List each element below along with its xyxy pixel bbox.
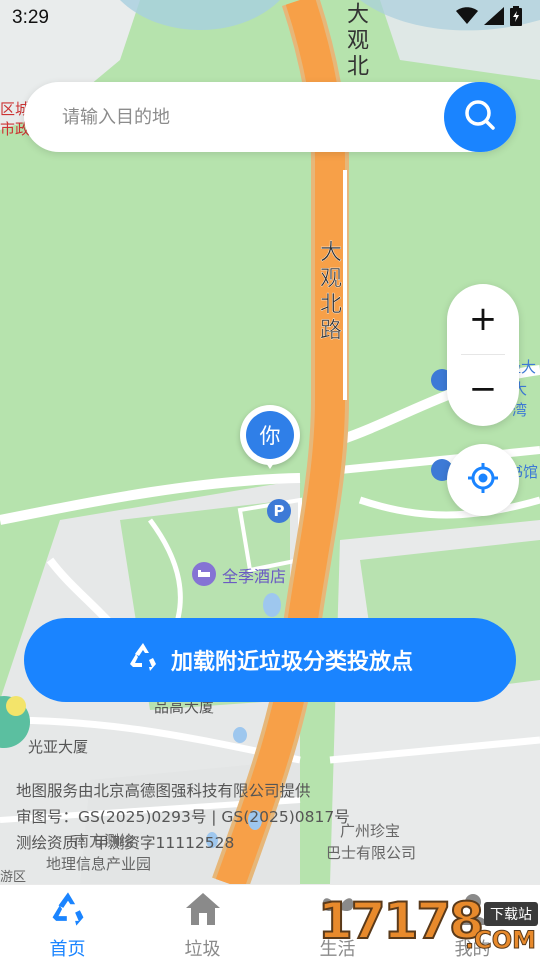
zoom-out-button[interactable]: − xyxy=(447,354,519,424)
zoom-control: + − xyxy=(447,284,519,426)
watermark-tag: 下载站 xyxy=(484,902,538,926)
copyright-line-3: 测绘资质：甲测资字11112528 xyxy=(16,834,235,852)
home-icon xyxy=(184,891,222,931)
watermark-logo: 17178 下载站 .COM xyxy=(317,890,540,960)
bottom-left-label: 游区 xyxy=(0,870,27,884)
status-time: 3:29 xyxy=(12,7,49,28)
locate-icon xyxy=(466,461,500,499)
tab-garbage[interactable]: 垃圾 xyxy=(135,885,270,960)
building-label-2: 光亚大厦 xyxy=(28,738,89,756)
status-icons xyxy=(456,6,522,30)
hotel-icon[interactable] xyxy=(193,563,215,585)
recycle-icon xyxy=(127,642,159,678)
wifi-icon xyxy=(456,7,478,29)
load-nearby-points-button[interactable]: 加载附近垃圾分类投放点 xyxy=(24,618,516,702)
search-bar xyxy=(24,82,516,152)
tab-home-label: 首页 xyxy=(49,939,86,960)
tab-home[interactable]: 首页 xyxy=(0,885,135,960)
locate-button[interactable] xyxy=(447,444,519,516)
copyright-line-2: 审图号：GS(2025)0293号 | GS(2025)0817号 xyxy=(16,808,350,826)
zoom-in-button[interactable]: + xyxy=(447,284,519,354)
status-bar: 3:29 xyxy=(0,0,540,36)
watermark-number: 17178 xyxy=(317,891,485,951)
map-copyright: 地图服务由北京高德图强科技有限公司提供 审图号：GS(2025)0293号 | … xyxy=(16,778,350,856)
signal-icon xyxy=(484,7,504,29)
search-button[interactable] xyxy=(444,82,516,152)
marker-label: 你 xyxy=(246,411,294,459)
road-label-main: 大观北路 xyxy=(316,240,341,344)
user-location-marker[interactable]: 你 xyxy=(240,405,300,475)
search-input[interactable] xyxy=(62,82,422,152)
battery-icon xyxy=(510,6,522,30)
recycle-icon xyxy=(49,891,87,931)
tab-garbage-label: 垃圾 xyxy=(184,939,221,960)
parking-icon[interactable]: P xyxy=(267,500,291,522)
load-button-label: 加载附近垃圾分类投放点 xyxy=(170,650,413,675)
search-icon xyxy=(463,98,497,136)
copyright-line-1: 地图服务由北京高德图强科技有限公司提供 xyxy=(16,782,311,800)
bottom-label-2: 地理信息产业园 xyxy=(46,855,152,873)
watermark-suffix: .COM xyxy=(464,926,536,955)
hotel-label: 全季酒店 xyxy=(222,567,287,586)
